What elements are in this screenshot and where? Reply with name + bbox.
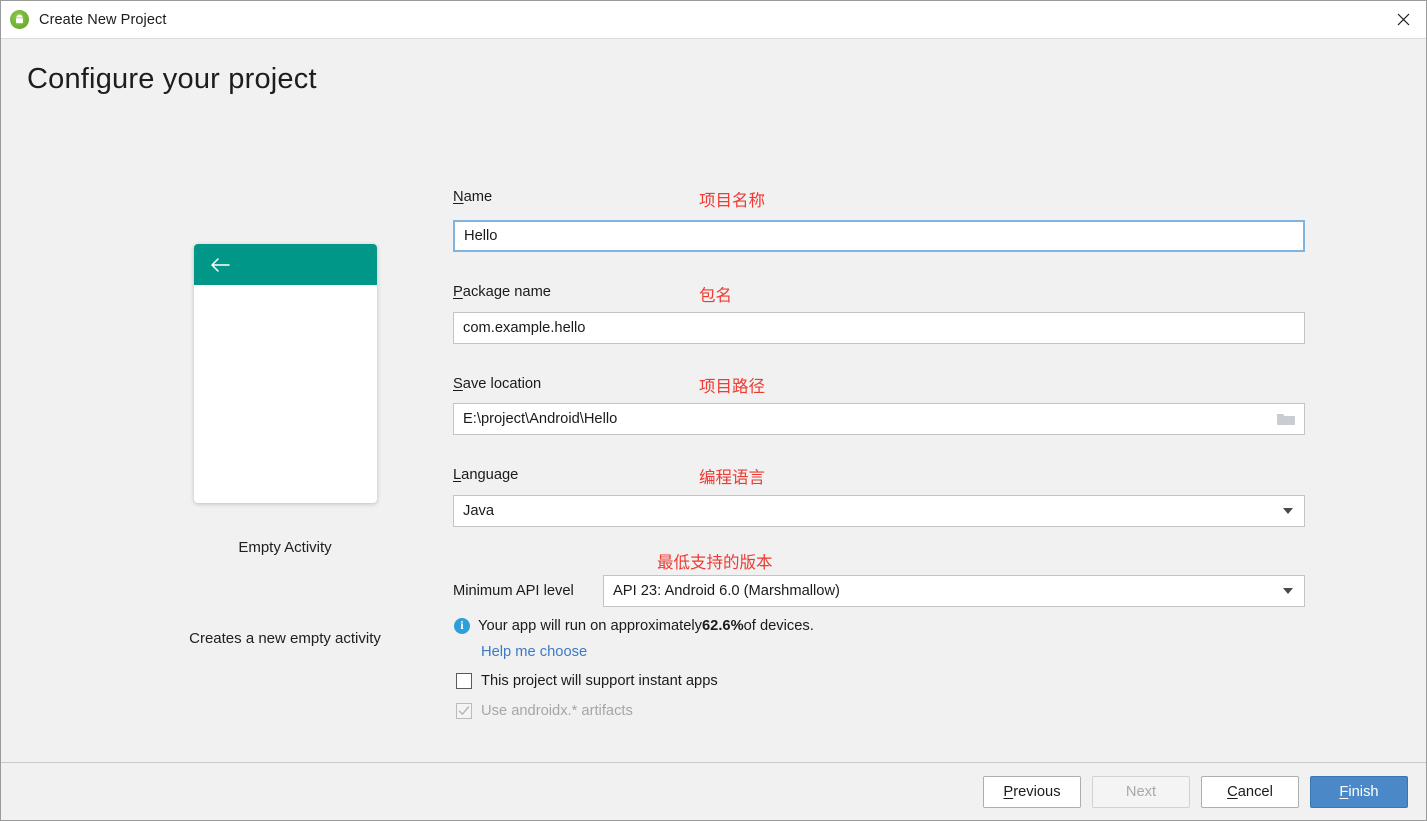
package-name-input[interactable]: com.example.hello — [453, 312, 1305, 344]
package-name-label: Package name — [453, 284, 551, 300]
androidx-checkbox-row: Use androidx.* artifacts — [456, 703, 633, 719]
minimum-api-label: Minimum API level — [453, 583, 574, 599]
device-info-percent: 62.6% — [701, 618, 744, 634]
previous-button[interactable]: Previous — [983, 775, 1081, 808]
language-label: Language — [453, 467, 519, 483]
back-arrow-icon — [210, 257, 230, 273]
minimum-api-annotation: 最低支持的版本 — [657, 553, 773, 572]
language-value: Java — [463, 503, 495, 519]
dialog-footer: Previous Next Cancel Finish — [1, 762, 1426, 820]
minimum-api-value: API 23: Android 6.0 (Marshmallow) — [613, 583, 840, 599]
androidx-checkbox — [456, 703, 472, 719]
help-me-choose-link[interactable]: Help me choose — [481, 644, 587, 660]
info-icon: i — [454, 618, 470, 634]
finish-button[interactable]: Finish — [1310, 775, 1408, 808]
save-location-input[interactable]: E:\project\Android\Hello — [463, 411, 617, 427]
next-button: Next — [1092, 775, 1190, 808]
preview-appbar — [193, 244, 377, 285]
name-annotation: 项目名称 — [699, 191, 765, 210]
save-location-input-wrap[interactable]: E:\project\Android\Hello — [453, 403, 1305, 435]
template-preview: Empty Activity Creates a new empty activ… — [131, 244, 439, 647]
phone-preview-card — [193, 244, 377, 503]
device-coverage-info: i Your app will run on approximately 62.… — [454, 618, 814, 634]
template-name: Empty Activity — [238, 539, 332, 556]
folder-icon[interactable] — [1275, 409, 1297, 429]
package-name-annotation: 包名 — [699, 286, 732, 305]
name-input[interactable]: Hello — [453, 220, 1305, 252]
android-studio-icon — [10, 10, 29, 29]
language-dropdown[interactable]: Java — [453, 495, 1305, 527]
chevron-down-icon — [1283, 588, 1293, 594]
minimum-api-dropdown[interactable]: API 23: Android 6.0 (Marshmallow) — [603, 575, 1305, 607]
device-info-suffix: of devices. — [743, 618, 814, 634]
page-title: Configure your project — [27, 63, 317, 95]
language-annotation: 编程语言 — [699, 468, 765, 487]
instant-apps-checkbox-row[interactable]: This project will support instant apps — [456, 673, 718, 689]
window-title: Create New Project — [39, 11, 167, 28]
save-location-annotation: 项目路径 — [699, 377, 765, 396]
instant-apps-checkbox[interactable] — [456, 673, 472, 689]
save-location-label: Save location — [453, 376, 542, 392]
androidx-label: Use androidx.* artifacts — [481, 703, 633, 719]
name-label: Name — [453, 189, 493, 205]
close-icon[interactable] — [1380, 1, 1426, 38]
chevron-down-icon — [1283, 508, 1293, 514]
device-info-prefix: Your app will run on approximately — [478, 618, 702, 634]
cancel-button[interactable]: Cancel — [1201, 775, 1299, 808]
titlebar: Create New Project — [1, 1, 1426, 39]
create-new-project-dialog: Create New Project Configure your projec… — [0, 0, 1427, 821]
instant-apps-label: This project will support instant apps — [481, 673, 718, 689]
template-description: Creates a new empty activity — [189, 630, 381, 647]
dialog-body: Configure your project Empty Activity Cr… — [1, 39, 1426, 762]
